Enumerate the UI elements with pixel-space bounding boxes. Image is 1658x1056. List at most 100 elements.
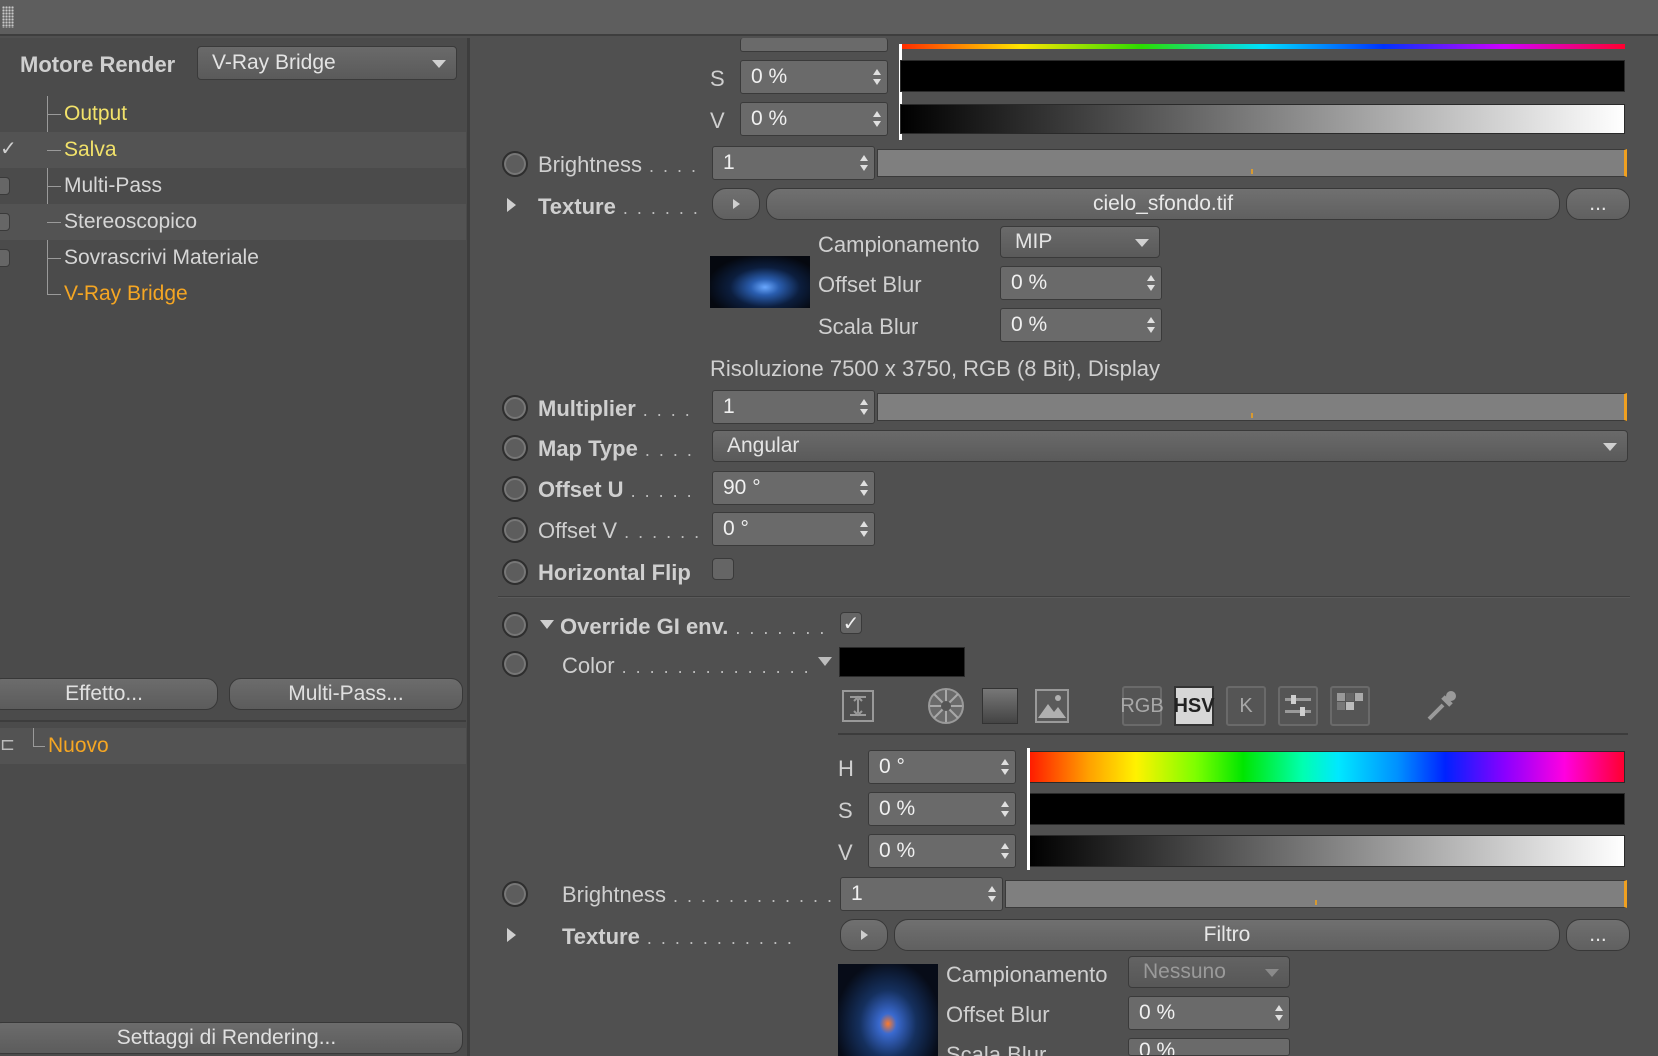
- spinner-icon[interactable]: [1275, 1005, 1283, 1021]
- sampling-value: MIP: [1015, 230, 1053, 253]
- color-swatch[interactable]: [839, 647, 965, 677]
- spinner-icon[interactable]: [1001, 759, 1009, 775]
- scale-blur-label: Scala Blur: [818, 314, 919, 339]
- offset-v-field[interactable]: 0 °: [712, 512, 875, 546]
- saturation-bar[interactable]: [900, 60, 1625, 92]
- rgb-mode-button[interactable]: RGB: [1120, 686, 1164, 726]
- gi-sampling-dropdown[interactable]: Nessuno: [1128, 956, 1290, 988]
- override-gi-checkbox[interactable]: ✓: [840, 612, 862, 635]
- texture-more-button[interactable]: ...: [1566, 188, 1630, 220]
- swatches-icon[interactable]: [1330, 686, 1370, 726]
- spectrum-icon[interactable]: [980, 686, 1020, 726]
- offset-blur-field[interactable]: 0 %: [1000, 266, 1162, 300]
- texture-file-button[interactable]: cielo_sfondo.tif: [766, 188, 1560, 220]
- gi-brightness-animate-radio[interactable]: [502, 881, 528, 907]
- spinner-icon[interactable]: [1147, 275, 1155, 291]
- sampling-label: Campionamento: [818, 232, 980, 257]
- hsv-mode-button[interactable]: HSV: [1173, 686, 1215, 726]
- tree-item-stereoscopico[interactable]: Stereoscopico: [0, 204, 466, 240]
- play-icon: [732, 199, 740, 209]
- gi-brightness-field[interactable]: 1: [840, 877, 1003, 911]
- section-divider: [498, 596, 1630, 598]
- mixer-icon[interactable]: [1278, 686, 1318, 726]
- enable-checkbox[interactable]: [0, 177, 10, 195]
- tree-item-output[interactable]: Output: [0, 96, 466, 132]
- expand-triangle-icon[interactable]: [507, 928, 516, 942]
- expand-icon[interactable]: ⊏: [0, 734, 15, 755]
- v-value: 0 %: [879, 839, 916, 862]
- override-gi-animate-radio[interactable]: [502, 612, 528, 638]
- spinner-icon[interactable]: [988, 886, 996, 902]
- map-type-dropdown[interactable]: Angular: [712, 430, 1628, 462]
- value-bar[interactable]: [900, 104, 1625, 134]
- hue-bar[interactable]: [1028, 751, 1625, 783]
- image-picker-icon[interactable]: [1032, 686, 1072, 726]
- hue-bar-partial[interactable]: [900, 44, 1625, 49]
- checkmark-icon[interactable]: ✓: [0, 136, 17, 161]
- gi-offset-blur-field[interactable]: 0 %: [1128, 996, 1290, 1030]
- tree-item-multi-pass[interactable]: Multi-Pass: [0, 168, 466, 204]
- spinner-icon[interactable]: [873, 69, 881, 85]
- color-picker-compact-icon[interactable]: [838, 686, 878, 726]
- multipass-button[interactable]: Multi-Pass...: [229, 678, 463, 710]
- value-bar[interactable]: [1028, 835, 1625, 867]
- horizontal-flip-checkbox[interactable]: [712, 558, 734, 580]
- gi-texture-thumbnail: [838, 964, 938, 1056]
- tree-item-label: Stereoscopico: [64, 210, 198, 233]
- scale-blur-field[interactable]: 0 %: [1000, 308, 1162, 342]
- enable-checkbox[interactable]: [0, 213, 10, 231]
- v-value-field[interactable]: 0 %: [740, 102, 888, 136]
- tree-item-salva[interactable]: ✓ Salva: [0, 132, 466, 168]
- map-type-animate-radio[interactable]: [502, 435, 528, 461]
- spinner-icon[interactable]: [860, 399, 868, 415]
- color-expand-icon[interactable]: [818, 657, 832, 666]
- h-value-field-partial[interactable]: [740, 38, 888, 52]
- grip-handle-icon[interactable]: [2, 6, 14, 28]
- s-value-field[interactable]: 0 %: [868, 792, 1016, 826]
- tree-item-vray-bridge[interactable]: V-Ray Bridge: [0, 276, 466, 312]
- multiplier-animate-radio[interactable]: [502, 395, 528, 421]
- color-wheel-icon[interactable]: [926, 686, 966, 726]
- gi-texture-filter-button[interactable]: Filtro: [894, 919, 1560, 951]
- gi-brightness-label: Brightness . . . . . . . . . . . .: [562, 882, 834, 907]
- gi-scale-blur-field[interactable]: 0 %: [1128, 1038, 1290, 1056]
- render-engine-dropdown[interactable]: V-Ray Bridge: [197, 46, 457, 80]
- offset-v-animate-radio[interactable]: [502, 517, 528, 543]
- gi-offset-blur-label: Offset Blur: [946, 1002, 1050, 1027]
- brightness-slider[interactable]: [877, 149, 1627, 177]
- preset-item-label: Nuovo: [48, 734, 109, 757]
- gi-brightness-slider[interactable]: [1005, 880, 1627, 908]
- offset-u-field[interactable]: 90 °: [712, 471, 875, 505]
- sampling-dropdown[interactable]: MIP: [1000, 226, 1160, 258]
- preset-item-nuovo[interactable]: ⊏ Nuovo: [0, 728, 466, 764]
- kelvin-mode-button[interactable]: K: [1226, 686, 1266, 726]
- enable-checkbox[interactable]: [0, 249, 10, 267]
- collapse-triangle-icon[interactable]: [540, 620, 554, 629]
- horizontal-flip-animate-radio[interactable]: [502, 559, 528, 585]
- tree-item-sovrascrivi-materiale[interactable]: Sovrascrivi Materiale: [0, 240, 466, 276]
- render-settings-button[interactable]: Settaggi di Rendering...: [0, 1022, 463, 1054]
- v-value-field[interactable]: 0 %: [868, 834, 1016, 868]
- multiplier-field[interactable]: 1: [712, 390, 875, 424]
- brightness-animate-radio[interactable]: [502, 151, 528, 177]
- spinner-icon[interactable]: [860, 521, 868, 537]
- h-value-field[interactable]: 0 °: [868, 750, 1016, 784]
- saturation-bar[interactable]: [1028, 793, 1625, 825]
- spinner-icon[interactable]: [860, 155, 868, 171]
- offset-u-animate-radio[interactable]: [502, 476, 528, 502]
- gi-texture-play-button[interactable]: [840, 919, 888, 951]
- s-value-field[interactable]: 0 %: [740, 60, 888, 94]
- brightness-field[interactable]: 1: [712, 146, 875, 180]
- effect-button[interactable]: Effetto...: [0, 678, 218, 710]
- expand-triangle-icon[interactable]: [507, 198, 516, 212]
- color-animate-radio[interactable]: [502, 651, 528, 677]
- spinner-icon[interactable]: [1001, 843, 1009, 859]
- gi-texture-more-button[interactable]: ...: [1566, 919, 1630, 951]
- spinner-icon[interactable]: [1001, 801, 1009, 817]
- spinner-icon[interactable]: [873, 111, 881, 127]
- multiplier-slider[interactable]: [877, 393, 1627, 421]
- spinner-icon[interactable]: [1147, 317, 1155, 333]
- spinner-icon[interactable]: [860, 480, 868, 496]
- texture-play-button[interactable]: [712, 188, 760, 220]
- eyedropper-icon[interactable]: [1422, 686, 1462, 726]
